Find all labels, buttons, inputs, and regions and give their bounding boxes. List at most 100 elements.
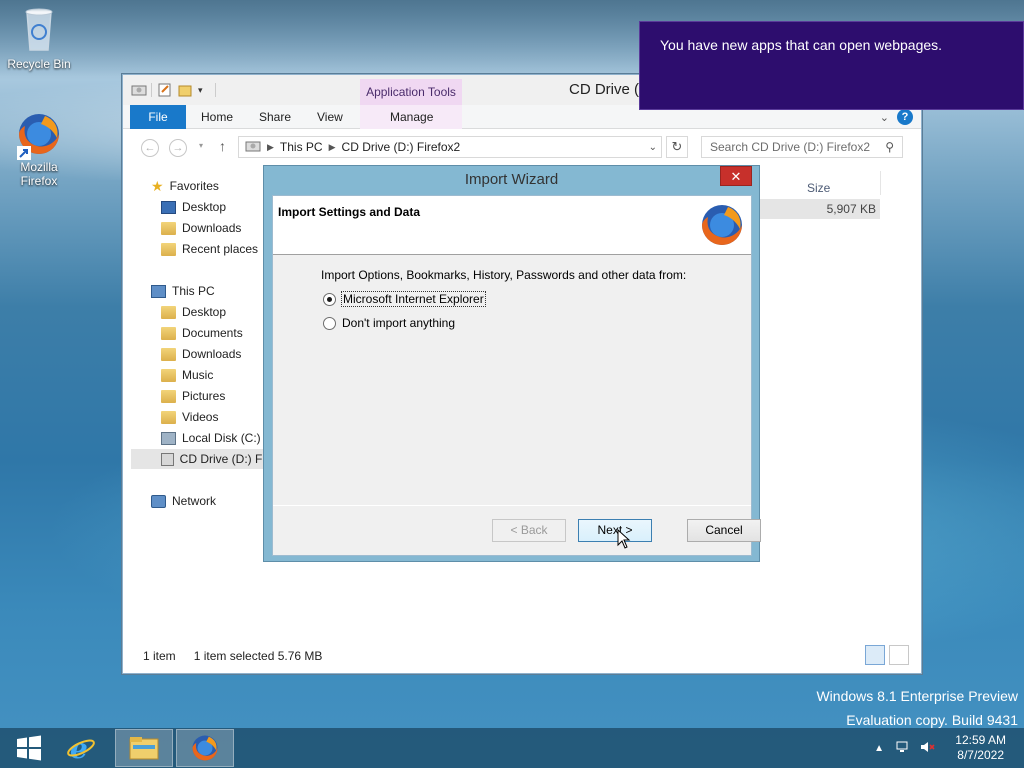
nav-pc-cd-drive[interactable]: CD Drive (D:) Fi [131, 449, 265, 469]
desktop-icon-firefox[interactable]: Mozilla Firefox [1, 110, 77, 188]
column-header-size[interactable]: Size [807, 181, 830, 195]
option-ie-label[interactable]: Microsoft Internet Explorer [341, 291, 486, 307]
option-dont-import[interactable]: Don't import anything [323, 316, 455, 330]
next-button[interactable]: Next > [578, 519, 652, 542]
nav-fav-desktop[interactable]: Desktop [161, 197, 226, 217]
pictures-icon [161, 389, 176, 403]
nav-pc-pictures[interactable]: Pictures [161, 386, 225, 406]
network-tray-icon[interactable] [894, 740, 910, 757]
tab-view[interactable]: View [317, 105, 343, 129]
address-dropdown-icon[interactable]: ⌄ [649, 142, 657, 153]
file-size: 5,907 KB [826, 202, 876, 216]
address-row: ← → ▾ ↑ ▶ This PC ▶ CD Drive (D:) Firefo… [123, 131, 921, 163]
new-folder-icon[interactable] [178, 83, 192, 97]
toast-notification[interactable]: You have new apps that can open webpages… [639, 21, 1024, 110]
nav-fav-recent[interactable]: Recent places [161, 239, 258, 259]
nav-pc-videos[interactable]: Videos [161, 407, 218, 427]
option-internet-explorer[interactable]: Microsoft Internet Explorer [323, 291, 486, 307]
nav-pc-documents[interactable]: Documents [161, 323, 243, 343]
breadcrumb-cd-drive[interactable]: CD Drive (D:) Firefox2 [342, 140, 461, 154]
computer-icon [151, 284, 166, 298]
firefox-taskbar-icon [192, 735, 218, 761]
file-row[interactable]: 5,907 KB [760, 199, 880, 219]
mouse-cursor-icon [617, 528, 631, 552]
network-icon [151, 494, 166, 508]
downloads-folder-icon [161, 347, 176, 361]
tab-home[interactable]: Home [201, 105, 233, 129]
os-watermark: Windows 8.1 Enterprise Preview Evaluatio… [816, 684, 1018, 732]
nav-pc-local-disk[interactable]: Local Disk (C:) [161, 428, 261, 448]
firefox-icon [15, 110, 63, 160]
nav-fav-downloads[interactable]: Downloads [161, 218, 241, 238]
taskbar-file-explorer[interactable] [115, 729, 173, 767]
ribbon-controls: ⌄ ? [880, 109, 913, 125]
cancel-button[interactable]: Cancel [687, 519, 761, 542]
large-icons-view-icon[interactable] [889, 645, 909, 665]
nav-pc-cd-drive-label: CD Drive (D:) Fi [179, 452, 265, 466]
taskbar: e ▲ 12:59 AM 8/7/2022 [0, 728, 1024, 768]
taskbar-clock[interactable]: 12:59 AM 8/7/2022 [955, 733, 1006, 763]
drive-icon[interactable] [131, 83, 147, 97]
tab-manage[interactable]: Manage [390, 105, 433, 129]
forward-arrow-icon[interactable]: → [169, 139, 187, 157]
back-arrow-icon[interactable]: ← [141, 139, 159, 157]
address-drive-icon [245, 139, 261, 156]
back-button[interactable]: < Back [492, 519, 566, 542]
nav-favorites[interactable]: ★ Favorites [151, 176, 219, 196]
address-bar[interactable]: ▶ This PC ▶ CD Drive (D:) Firefox2 ⌄ [238, 136, 662, 158]
tab-share[interactable]: Share [259, 105, 291, 129]
option-none-label[interactable]: Don't import anything [342, 316, 455, 330]
clock-time: 12:59 AM [955, 733, 1006, 747]
column-divider [880, 171, 881, 195]
up-arrow-icon[interactable]: ↑ [219, 138, 226, 154]
status-item-count: 1 item [143, 649, 176, 663]
details-view-icon[interactable] [865, 645, 885, 665]
nav-pc-desktop[interactable]: Desktop [161, 302, 226, 322]
refresh-icon[interactable]: ↻ [666, 136, 688, 158]
search-icon[interactable]: ⚲ [885, 140, 894, 154]
internet-explorer-icon: e [67, 733, 95, 763]
qat-divider [151, 83, 152, 97]
desktop-icon-recycle-bin[interactable]: Recycle Bin [1, 6, 77, 71]
documents-icon [161, 326, 176, 340]
taskbar-internet-explorer[interactable]: e [52, 729, 110, 767]
breadcrumb-chevron-icon[interactable]: ▶ [267, 142, 274, 153]
nav-this-pc[interactable]: This PC [151, 281, 215, 301]
radio-none[interactable] [323, 316, 336, 330]
nav-pc-desktop-label: Desktop [182, 305, 227, 319]
help-icon[interactable]: ? [897, 109, 913, 125]
wizard-body: Import Settings and Data Import Options,… [272, 195, 761, 556]
downloads-icon [161, 221, 176, 235]
nav-pc-music-label: Music [182, 368, 214, 382]
status-selection: 1 item selected 5.76 MB [193, 649, 323, 663]
start-button[interactable] [0, 729, 58, 767]
taskbar-firefox[interactable] [176, 729, 234, 767]
breadcrumb-chevron-icon-2[interactable]: ▶ [329, 142, 336, 153]
import-wizard-dialog: Import Wizard ✕ Import Settings and Data… [263, 165, 761, 562]
close-icon[interactable]: ✕ [720, 166, 752, 186]
videos-icon [161, 410, 176, 424]
nav-pc-downloads-label: Downloads [182, 347, 242, 361]
qat-dropdown-icon[interactable]: ▾ [198, 85, 203, 96]
tab-file[interactable]: File [130, 105, 186, 129]
nav-network[interactable]: Network [151, 491, 216, 511]
nav-pc-local-disk-label: Local Disk (C:) [182, 431, 261, 445]
watermark-line1: Windows 8.1 Enterprise Preview [816, 688, 1018, 704]
properties-icon[interactable] [158, 83, 172, 97]
volume-muted-icon[interactable] [920, 740, 936, 757]
expand-ribbon-icon[interactable]: ⌄ [880, 111, 889, 124]
nav-pc-downloads[interactable]: Downloads [161, 344, 241, 364]
show-hidden-icons-icon[interactable]: ▲ [874, 743, 884, 754]
firefox-logo-icon [698, 201, 746, 252]
recent-locations-icon[interactable]: ▾ [199, 141, 203, 150]
recycle-bin-icon [1, 6, 77, 55]
nav-fav-recent-label: Recent places [182, 242, 259, 256]
nav-pc-documents-label: Documents [182, 326, 243, 340]
qat-divider-2 [214, 83, 216, 97]
nav-pc-music[interactable]: Music [161, 365, 213, 385]
search-placeholder: Search CD Drive (D:) Firefox2 [710, 140, 871, 154]
radio-ie[interactable] [323, 292, 336, 306]
breadcrumb-this-pc[interactable]: This PC [280, 140, 323, 154]
quick-access-toolbar: ▾ [131, 83, 216, 97]
search-input[interactable]: Search CD Drive (D:) Firefox2 ⚲ [701, 136, 903, 158]
